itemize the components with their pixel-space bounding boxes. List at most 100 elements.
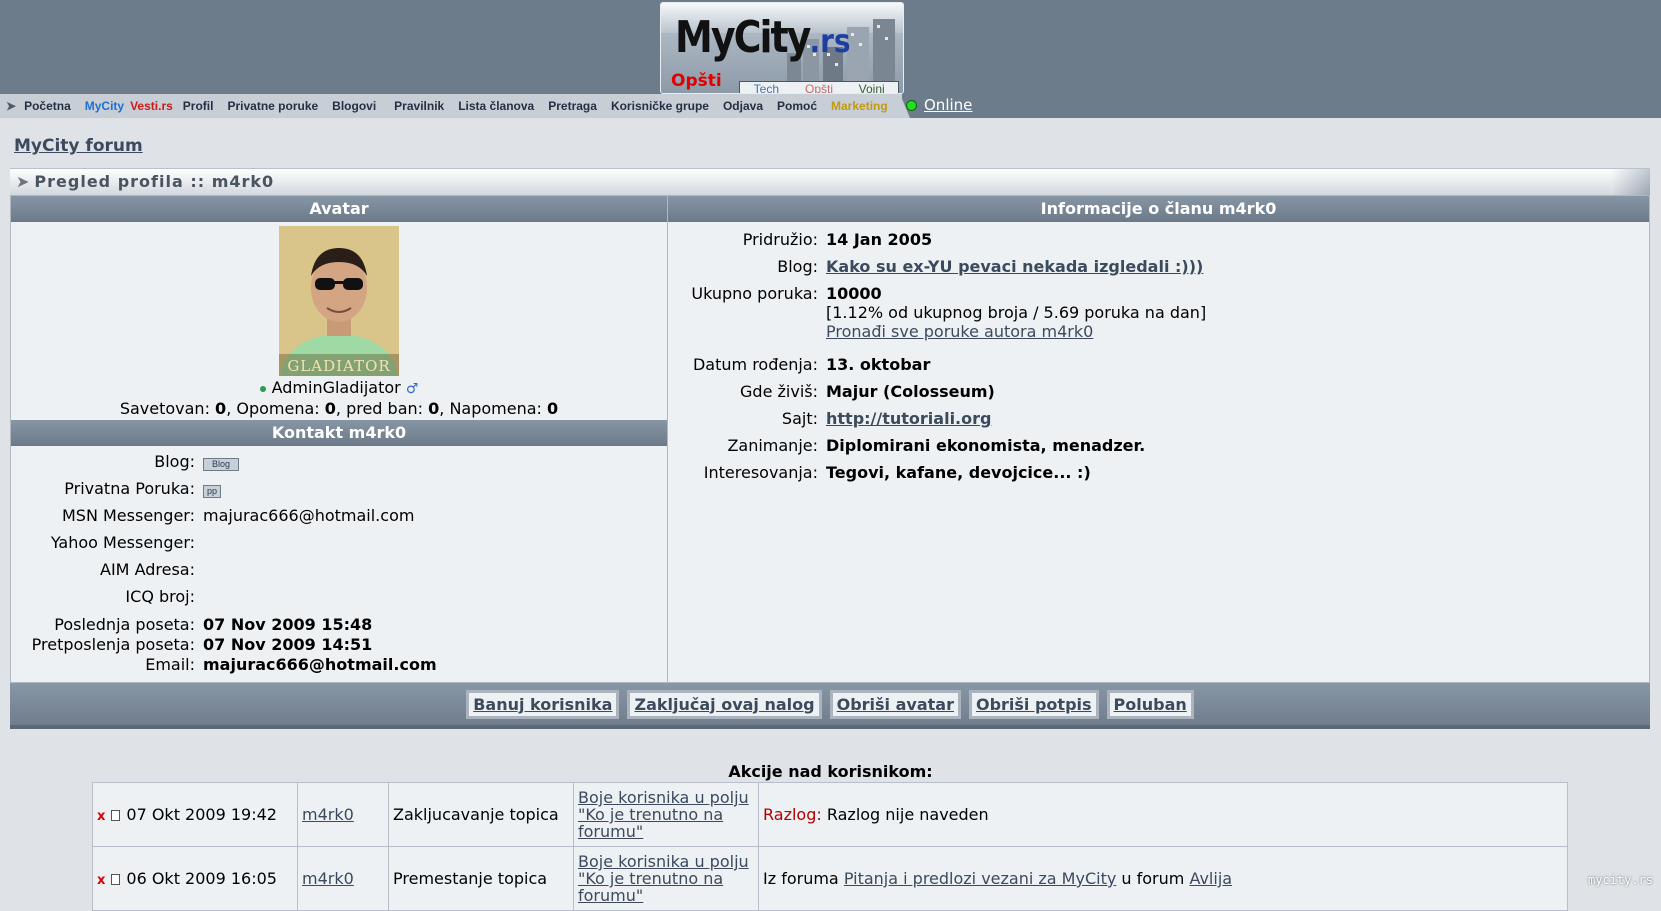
- nav-item-mycity[interactable]: MyCity: [85, 99, 124, 113]
- posts-stats: [1.12% od ukupnog broja / 5.69 poruka na…: [826, 303, 1207, 322]
- nav-item-vesti[interactable]: Vesti.rs: [130, 99, 173, 113]
- nav-item-pretraga[interactable]: Pretraga: [548, 99, 597, 113]
- avatar-portrait-icon: GLADIATOR: [279, 226, 399, 376]
- nav-item-pravilnik[interactable]: Pravilnik: [394, 99, 444, 113]
- watermark: mycity.rs: [1587, 873, 1653, 887]
- email-value: majurac666@hotmail.com: [203, 654, 437, 674]
- online-status[interactable]: Online: [906, 96, 972, 114]
- location-label: Gde živiš:: [740, 382, 818, 401]
- pm-button[interactable]: pp: [203, 485, 222, 498]
- table-row: x 07 Okt 2009 19:42 m4rk0 Zakljucavanje t…: [92, 782, 1568, 847]
- delete-signature-button[interactable]: Obriši potpis: [968, 689, 1099, 719]
- contact-aim-label: AIM Adresa:: [100, 560, 195, 579]
- to-forum-link[interactable]: Avlija: [1189, 869, 1232, 888]
- nav-item-korisnicke-grupe[interactable]: Korisničke grupe: [611, 99, 709, 113]
- posts-row: Ukupno poruka: 10000 [1.12% od ukupnog b…: [668, 280, 1649, 341]
- website-link[interactable]: http://tutoriali.org: [826, 409, 991, 428]
- admin-button-bar: Banuj korisnika Zaključaj ovaj nalog Obr…: [10, 683, 1650, 729]
- username-text: AdminGladijator: [271, 378, 401, 397]
- action-user-cell: m4rk0: [297, 846, 389, 911]
- blog-link[interactable]: Kako su ex-YU pevaci nekada izgledali :)…: [826, 257, 1203, 276]
- location-row: Gde živiš: Majur (Colosseum): [668, 378, 1649, 405]
- posts-label: Ukupno poruka:: [691, 284, 818, 303]
- main-nav: ➤ Početna MyCity Vesti.rs Profil Privatn…: [0, 94, 902, 118]
- delete-avatar-button[interactable]: Obriši avatar: [829, 689, 961, 719]
- email-row: Email: majurac666@hotmail.com: [11, 654, 667, 674]
- nav-item-pomoc[interactable]: Pomoć: [777, 99, 817, 113]
- document-icon[interactable]: [111, 810, 121, 821]
- action-topic-cell: Boje korisnika u polju "Ko je trenutno n…: [573, 782, 759, 847]
- actions-title: Akcije nad korisnikom:: [728, 762, 933, 781]
- to-prefix: u forum: [1121, 869, 1185, 888]
- nav-item-blogovi[interactable]: Blogovi: [332, 99, 376, 113]
- profile-panels: Avatar GLADIATOR AdminGladijator ♂ Savet…: [10, 195, 1650, 683]
- birthday-row: Datum rođenja: 13. oktobar: [668, 351, 1649, 378]
- prev-visit-row: Pretposlenja poseta: 07 Nov 2009 14:51: [11, 634, 667, 654]
- from-prefix: Iz foruma: [763, 869, 839, 888]
- nav-item-marketing[interactable]: Marketing: [831, 99, 888, 113]
- breadcrumb-forum-link[interactable]: MyCity forum: [14, 136, 143, 156]
- action-type-cell: Premestanje topica: [388, 846, 574, 911]
- avatar-header: Avatar: [11, 196, 667, 222]
- avatar: GLADIATOR: [279, 226, 399, 376]
- site-logo[interactable]: MyCity.rs Opšti Tech Opšti Vojni: [660, 2, 904, 94]
- action-user-link[interactable]: m4rk0: [302, 869, 354, 888]
- delete-action-icon[interactable]: x: [97, 809, 105, 824]
- warning-value-napomena: 0: [547, 399, 559, 418]
- last-visit-row: Poslednja poseta: 07 Nov 2009 15:48: [11, 614, 667, 634]
- avatar-section: GLADIATOR AdminGladijator ♂ Savetovan: 0…: [11, 222, 667, 418]
- action-topic-link[interactable]: Boje korisnika u polju "Ko je trenutno n…: [578, 852, 749, 905]
- find-posts-link[interactable]: Pronađi sve poruke autora m4rk0: [826, 322, 1093, 341]
- reason-text: Razlog nije naveden: [826, 805, 989, 824]
- action-user-link[interactable]: m4rk0: [302, 805, 354, 824]
- nav-item-odjava[interactable]: Odjava: [723, 99, 763, 113]
- nav-item-profil[interactable]: Profil: [183, 99, 214, 113]
- contact-yahoo-row: Yahoo Messenger:: [11, 529, 667, 556]
- warning-label-savetovan: Savetovan: [119, 399, 205, 418]
- logo-tab-tech[interactable]: Tech: [740, 82, 793, 93]
- nav-arrow-icon: ➤: [6, 99, 17, 113]
- blog-button[interactable]: Blog: [203, 458, 240, 471]
- warning-value-savetovan: 0: [215, 399, 227, 418]
- action-user-cell: m4rk0: [297, 782, 389, 847]
- action-detail-cell: Razlog: Razlog nije naveden: [758, 782, 1568, 847]
- table-row: x 06 Okt 2009 16:05 m4rk0 Premestanje top…: [92, 846, 1568, 911]
- from-forum-link[interactable]: Pitanja i predlozi vezani za MyCity: [844, 869, 1116, 888]
- location-value: Majur (Colosseum): [826, 382, 995, 401]
- birthday-label: Datum rođenja:: [692, 355, 818, 374]
- action-date-cell: x 07 Okt 2009 19:42: [92, 782, 298, 847]
- logo-tab-vojni[interactable]: Vojni: [845, 82, 898, 93]
- nav-item-privatne-poruke[interactable]: Privatne poruke: [227, 99, 318, 113]
- contact-aim-row: AIM Adresa:: [11, 556, 667, 583]
- online-dot-icon: [906, 99, 917, 111]
- half-ban-button[interactable]: Poluban: [1106, 689, 1194, 719]
- birthday-value: 13. oktobar: [826, 355, 931, 374]
- left-column: Avatar GLADIATOR AdminGladijator ♂ Savet…: [11, 196, 668, 682]
- action-date: 06 Okt 2009 16:05: [126, 869, 277, 888]
- action-detail-cell: Iz foruma Pitanja i predlozi vezani za M…: [758, 846, 1568, 911]
- interests-value: Tegovi, kafane, devojcice... :): [826, 463, 1091, 482]
- contact-pm-row: Privatna Poruka: pp: [11, 475, 667, 502]
- action-topic-link[interactable]: Boje korisnika u polju "Ko je trenutno n…: [578, 788, 749, 841]
- lock-account-button[interactable]: Zaključaj ovaj nalog: [627, 689, 822, 719]
- nav-item-lista-clanova[interactable]: Lista članova: [458, 99, 534, 113]
- delete-action-icon[interactable]: x: [97, 873, 105, 888]
- contact-msn-label: MSN Messenger:: [61, 506, 195, 525]
- title-corner-decoration: [1610, 169, 1650, 195]
- ban-user-button[interactable]: Banuj korisnika: [466, 689, 620, 719]
- right-column: Informacije o članu m4rk0 Pridružio: 14 J…: [668, 196, 1649, 682]
- site-header: MyCity.rs Opšti Tech Opšti Vojni ➤ Počet…: [0, 0, 1661, 118]
- last-visit-label: Poslednja poseta:: [54, 614, 195, 634]
- nav-item-pocetna[interactable]: Početna: [24, 99, 71, 113]
- online-link[interactable]: Online: [924, 96, 972, 114]
- joined-row: Pridružio: 14 Jan 2005: [668, 226, 1649, 253]
- contact-section: Blog: Blog Privatna Poruka: pp MSN Messeng…: [11, 446, 667, 674]
- document-icon[interactable]: [111, 874, 121, 885]
- contact-pm-label: Privatna Poruka:: [64, 479, 195, 498]
- logo-section-label: Opšti: [671, 71, 722, 91]
- joined-value: 14 Jan 2005: [826, 230, 933, 249]
- contact-blog-row: Blog: Blog: [11, 448, 667, 475]
- warning-label-opomena: Opomena: [236, 399, 315, 418]
- logo-tab-opsti[interactable]: Opšti: [793, 82, 846, 93]
- blog-label: Blog:: [777, 257, 818, 276]
